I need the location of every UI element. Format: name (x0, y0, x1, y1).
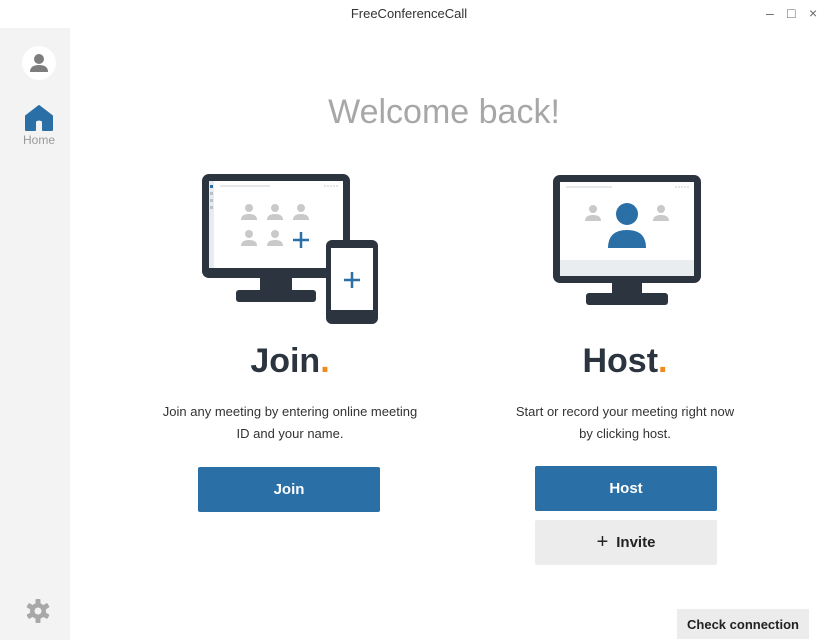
sidebar-item-home[interactable]: Home (15, 105, 63, 155)
join-button[interactable]: Join (198, 467, 380, 512)
window-title: FreeConferenceCall (350, 6, 468, 21)
settings-button[interactable] (24, 597, 52, 625)
host-title-text: Host (582, 342, 659, 380)
user-icon (30, 54, 48, 72)
join-description-line: Join any meeting by entering online meet… (162, 404, 418, 419)
join-title-dot: . (320, 342, 330, 380)
minimize-button[interactable]: – (766, 5, 774, 21)
title-bar: FreeConferenceCall – □ × (0, 0, 818, 28)
join-description-line: ID and your name. (236, 426, 344, 441)
check-connection-button[interactable]: Check connection (677, 609, 809, 639)
host-description-line: Start or record your meeting right now (515, 404, 735, 419)
host-illustration-icon (553, 175, 701, 305)
join-description: Join any meeting by entering online meet… (140, 401, 440, 445)
gear-icon (26, 599, 50, 623)
join-title: Join. (190, 342, 390, 381)
host-description: Start or record your meeting right now b… (475, 401, 775, 445)
invite-label: Invite (616, 534, 656, 551)
sidebar: Home (0, 28, 70, 640)
host-title-dot: . (658, 342, 668, 380)
invite-button[interactable]: + Invite (535, 520, 717, 565)
sidebar-item-label: Home (22, 133, 55, 147)
host-description-line: by clicking host. (579, 426, 671, 441)
maximize-button[interactable]: □ (787, 5, 795, 21)
avatar[interactable] (22, 46, 56, 80)
welcome-heading: Welcome back! (328, 93, 560, 131)
join-illustration-icon (202, 174, 378, 324)
join-title-text: Join (250, 342, 321, 380)
plus-icon: + (596, 531, 609, 553)
close-button[interactable]: × (809, 5, 817, 21)
home-icon (25, 105, 53, 131)
host-title: Host. (525, 342, 725, 381)
host-button[interactable]: Host (535, 466, 717, 511)
